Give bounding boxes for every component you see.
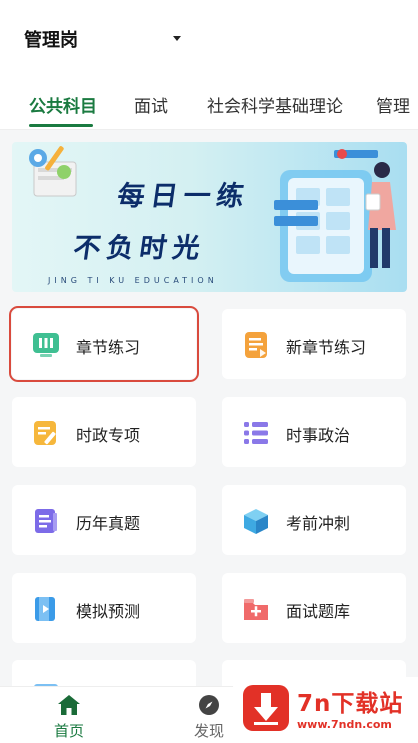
banner-illustration <box>29 146 396 282</box>
card-label: 考前冲刺 <box>286 514 351 533</box>
compass-icon <box>199 695 219 715</box>
site-watermark: 7n下载站 www.7ndn.com <box>233 677 418 743</box>
past-exams-icon <box>35 509 57 533</box>
active-tab-indicator <box>29 124 93 127</box>
card-label: 历年真题 <box>76 514 141 533</box>
nav-home-label: 首页 <box>53 722 84 740</box>
banner-title-line2: 不负时光 <box>71 233 208 264</box>
home-icon <box>58 695 80 715</box>
watermark-url: www.7ndn.com <box>297 718 392 731</box>
promo-banner[interactable]: 每日一练 不负时光 JING TI KU EDUCATION <box>12 142 407 292</box>
current-affairs-icon <box>34 421 56 445</box>
current-politics-icon <box>244 422 268 444</box>
sprint-cube-icon <box>244 509 268 534</box>
card-chapter-practice[interactable]: 章节练习 <box>9 306 199 382</box>
subject-tabs: 公共科目 面试 社会科学基础理论 管理 <box>0 78 418 130</box>
watermark-title: 7n下载站 <box>297 691 404 717</box>
download-arrow-icon <box>243 685 289 731</box>
card-pre-exam-sprint[interactable]: 考前冲刺 <box>222 485 406 555</box>
card-label: 章节练习 <box>76 338 141 357</box>
tab-interview[interactable]: 面试 <box>134 92 168 117</box>
dropdown-caret-icon <box>173 36 181 41</box>
category-selector[interactable]: 管理岗 <box>24 26 181 52</box>
top-bar: 管理岗 <box>0 0 418 78</box>
card-label: 时事政治 <box>286 426 351 445</box>
card-new-chapter-practice[interactable]: 新章节练习 <box>222 309 406 379</box>
banner-title-line1: 每日一练 <box>115 181 252 212</box>
tab-management[interactable]: 管理 <box>376 92 410 117</box>
interview-bank-icon <box>244 599 268 620</box>
card-mock-prediction[interactable]: 模拟预测 <box>12 573 196 643</box>
tab-public-subjects[interactable]: 公共科目 <box>29 92 97 117</box>
card-current-politics[interactable]: 时事政治 <box>222 397 406 467</box>
card-interview-bank[interactable]: 面试题库 <box>222 573 406 643</box>
card-label: 面试题库 <box>286 602 351 621</box>
card-past-exams[interactable]: 历年真题 <box>12 485 196 555</box>
tab-social-science-theory[interactable]: 社会科学基础理论 <box>207 92 343 117</box>
nav-home[interactable]: 首页 <box>29 687 109 743</box>
new-chapter-icon <box>245 332 267 358</box>
category-selector-label: 管理岗 <box>24 30 78 51</box>
card-current-affairs[interactable]: 时政专项 <box>12 397 196 467</box>
app-screen: 管理岗 公共科目 面试 社会科学基础理论 管理 每日一练 不负时光 JING T… <box>0 0 418 743</box>
banner-subtitle: JING TI KU EDUCATION <box>48 276 218 285</box>
mock-exam-icon <box>35 597 55 621</box>
card-label: 时政专项 <box>76 426 141 445</box>
card-label: 新章节练习 <box>286 338 367 357</box>
chapter-practice-icon <box>33 333 59 357</box>
card-label: 模拟预测 <box>76 602 141 621</box>
